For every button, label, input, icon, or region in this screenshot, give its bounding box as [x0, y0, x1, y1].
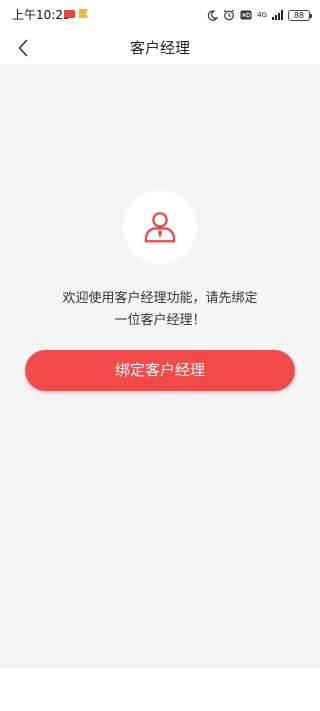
battery-level: 88 [293, 10, 305, 20]
status-time: 上午10:25 [12, 8, 71, 22]
flag-notification-icon [79, 9, 88, 18]
page-title: 客户经理 [129, 39, 190, 57]
bind-manager-button[interactable]: 绑定客户经理 [25, 350, 295, 391]
message-line-1: 欢迎使用客户经理功能，请先绑定 [62, 291, 258, 306]
status-notification-icons [64, 9, 88, 18]
network-type-label: 4G [257, 11, 267, 19]
bind-prompt-message: 欢迎使用客户经理功能，请先绑定 一位客户经理！ [20, 288, 300, 332]
avatar [123, 190, 197, 264]
battery-icon: 88 [288, 9, 312, 21]
hd-icon [240, 10, 252, 20]
message-notification-icon [64, 9, 75, 18]
alarm-icon [224, 9, 235, 21]
status-bar: 上午10:25 4G 88 [0, 0, 320, 30]
moon-icon [207, 10, 219, 21]
nav-bar: 客户经理 [0, 30, 320, 66]
signal-icon [272, 10, 283, 20]
status-system-icons: 4G 88 [207, 7, 312, 23]
manager-person-icon [144, 212, 176, 243]
bottom-strip [0, 668, 320, 711]
message-line-2: 一位客户经理！ [114, 313, 206, 328]
